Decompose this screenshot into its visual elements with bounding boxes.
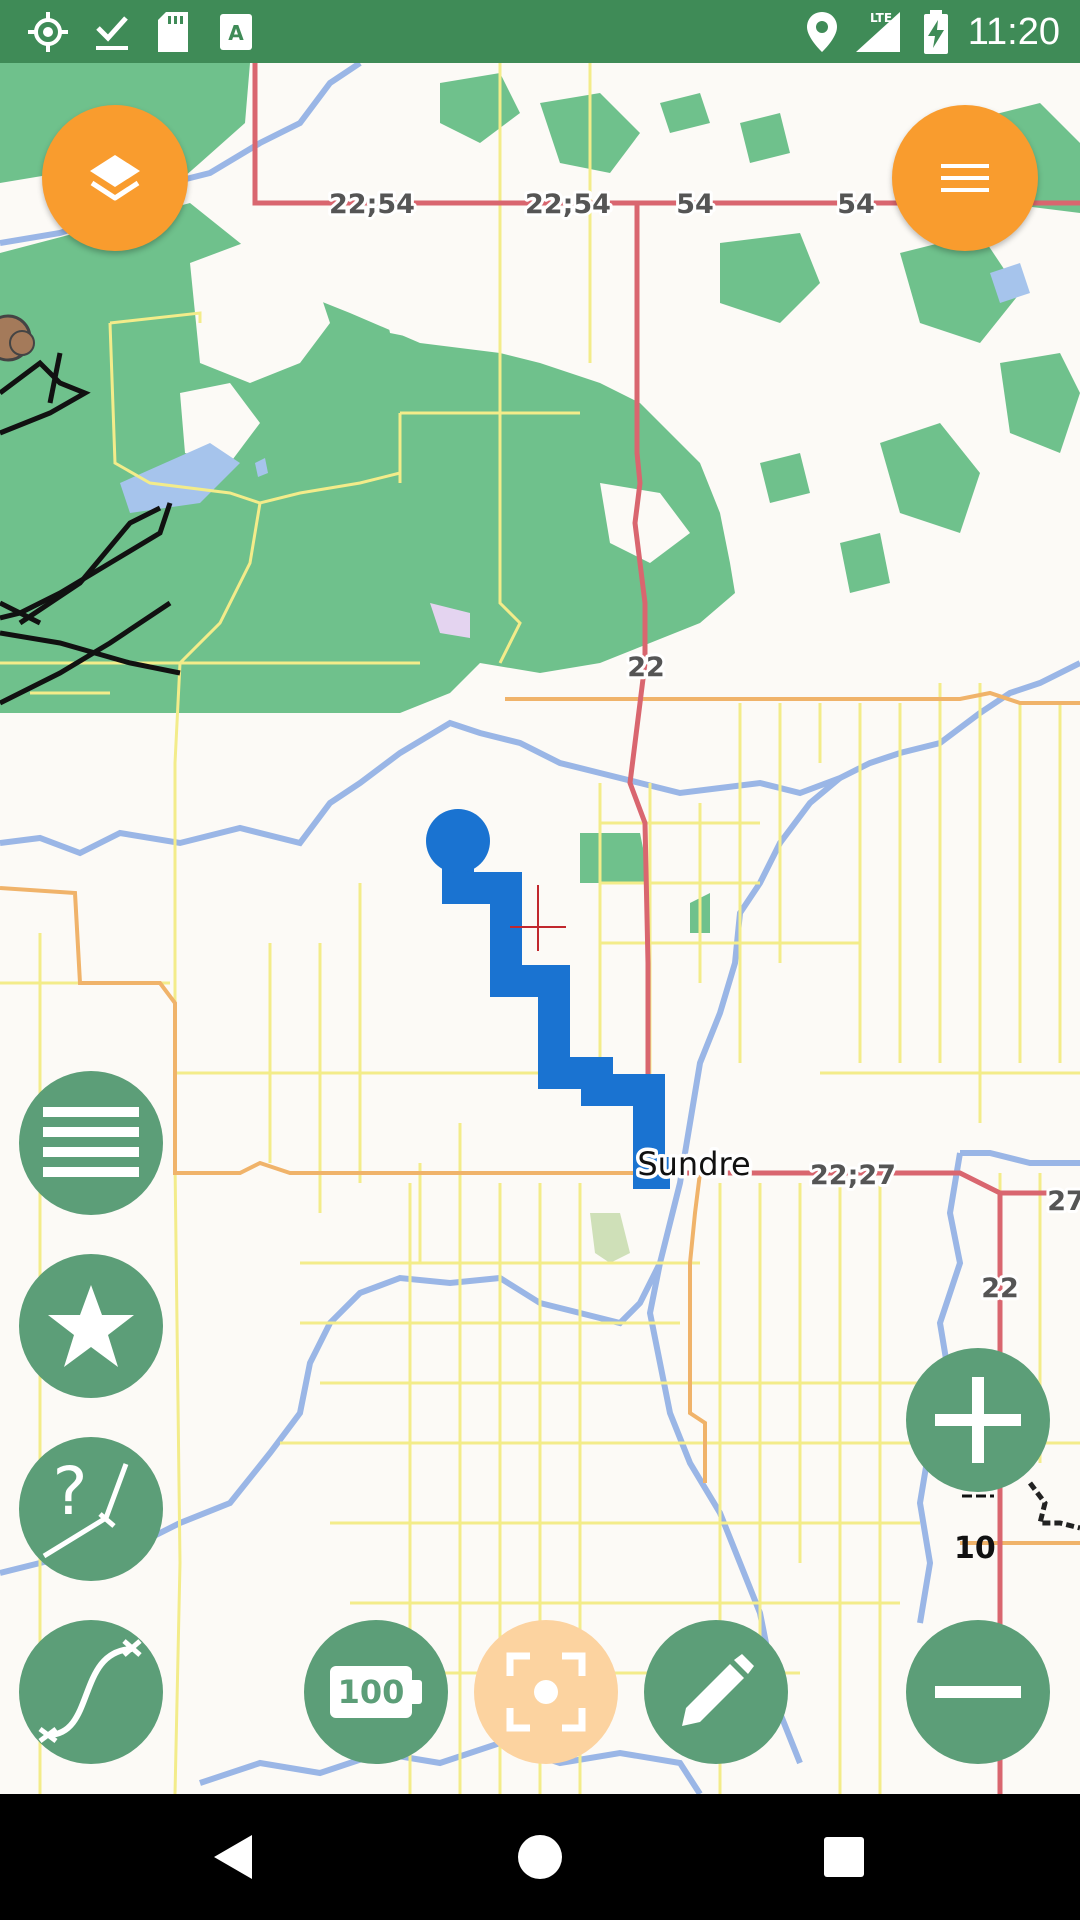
recents-button[interactable] <box>806 1819 882 1895</box>
curve-button[interactable] <box>19 1620 163 1764</box>
road-label: 22;54 <box>525 189 611 220</box>
recents-icon <box>824 1837 864 1877</box>
download-done-icon <box>96 16 128 50</box>
road-label: 22 <box>981 1273 1019 1304</box>
home-icon <box>518 1835 562 1879</box>
svg-text:LTE: LTE <box>870 11 892 25</box>
list-icon <box>43 1107 139 1177</box>
list-button[interactable] <box>19 1071 163 1215</box>
home-button[interactable] <box>502 1819 578 1895</box>
edit-button[interactable] <box>644 1620 788 1764</box>
layers-button[interactable] <box>42 105 188 251</box>
plus-icon <box>935 1377 1021 1463</box>
navigation-bar <box>0 1794 1080 1920</box>
focus-icon <box>506 1652 586 1732</box>
svg-text:?: ? <box>52 1454 87 1530</box>
back-button[interactable] <box>196 1819 272 1895</box>
battery-button[interactable]: 100 <box>304 1620 448 1764</box>
road-label: 54 <box>676 189 714 220</box>
road-label: 54 <box>837 189 875 220</box>
scale-label: 10 <box>954 1531 996 1566</box>
favorites-button[interactable] <box>19 1254 163 1398</box>
center-location-button[interactable] <box>474 1620 618 1764</box>
clock: 11:20 <box>967 11 1060 53</box>
menu-icon <box>941 164 989 192</box>
map-view[interactable]: 22;54 22;54 54 54 22 22;27 27 22 Sundre <box>0 63 1080 1794</box>
status-bar: A LTE 11:20 <box>0 0 1080 63</box>
star-icon <box>48 1285 134 1367</box>
sd-card-icon <box>158 12 188 52</box>
place-label-sundre: Sundre <box>637 1145 750 1183</box>
curve-icon <box>38 1639 142 1743</box>
battery-icon: 100 <box>330 1666 422 1718</box>
road-label: 27 <box>1047 1186 1080 1217</box>
layers-icon <box>90 155 140 201</box>
road-label: 22;54 <box>329 189 415 220</box>
poi-marker <box>9 330 35 356</box>
battery-charging-icon <box>924 10 948 54</box>
forest-patch <box>580 833 650 883</box>
minus-icon <box>935 1686 1021 1698</box>
road-label: 22 <box>627 652 665 683</box>
menu-button[interactable] <box>892 105 1038 251</box>
zoom-in-button[interactable] <box>906 1348 1050 1492</box>
signal-icon: LTE <box>856 11 900 52</box>
back-icon <box>214 1835 252 1879</box>
battery-level-label: 100 <box>337 1673 405 1711</box>
unknown-route-icon: ? <box>42 1454 129 1559</box>
route-help-button[interactable]: ? <box>19 1437 163 1581</box>
gps-icon <box>28 12 68 52</box>
zoom-out-button[interactable] <box>906 1620 1050 1764</box>
pencil-icon <box>682 1654 754 1726</box>
location-pin-icon <box>807 12 837 52</box>
road-label: 22;27 <box>810 1160 896 1191</box>
map-canvas[interactable]: 22;54 22;54 54 54 22 22;27 27 22 Sundre <box>0 63 1080 1794</box>
scale-bar <box>962 1494 994 1498</box>
svg-text:A: A <box>228 21 244 45</box>
text-icon: A <box>220 14 252 50</box>
route-start-marker <box>426 809 490 873</box>
